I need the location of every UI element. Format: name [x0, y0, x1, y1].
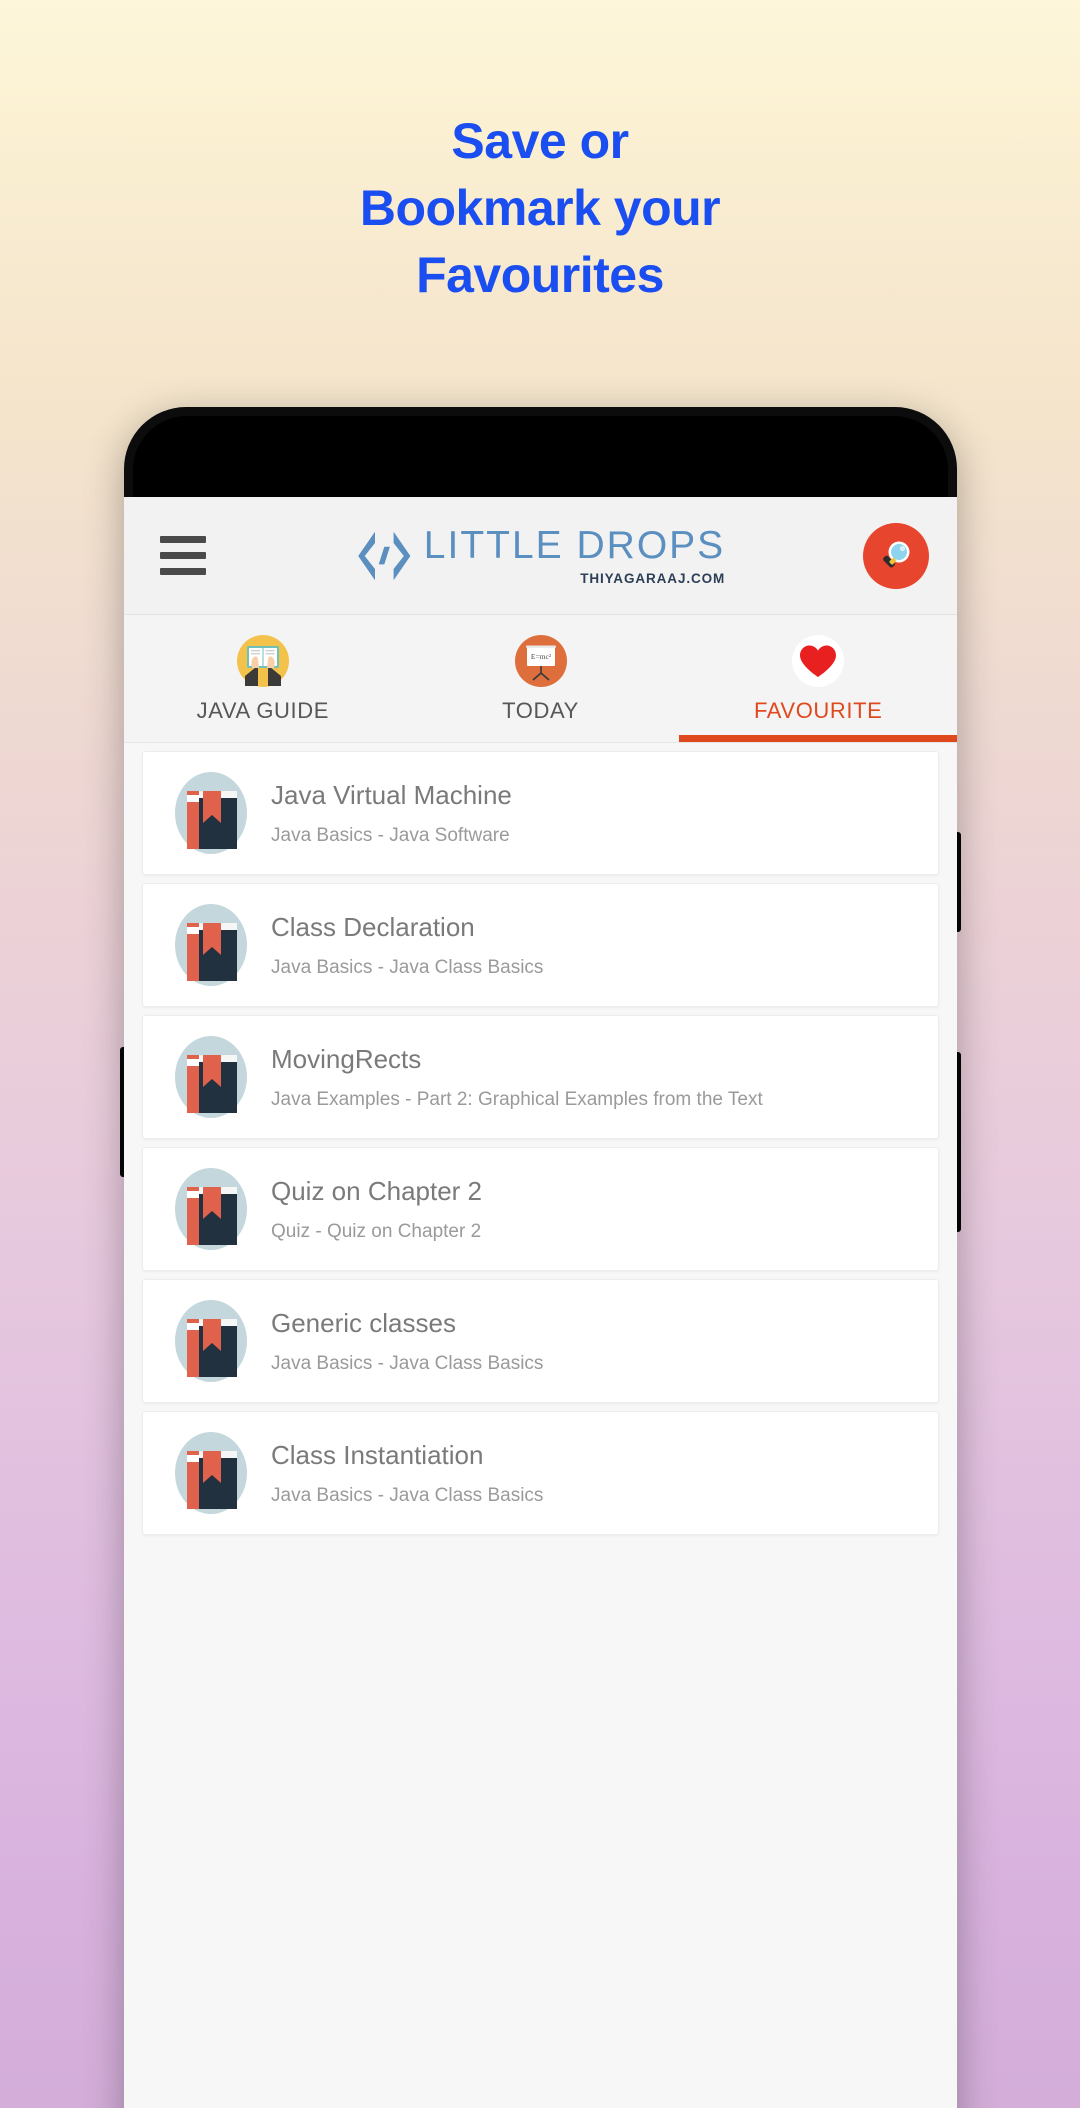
- tab-label: TODAY: [502, 697, 579, 723]
- phone-mockup: LITTLE DROPS THIYAGARAAJ.COM JAVA GUIDE …: [120, 407, 961, 2108]
- list-item-text: Generic classes Java Basics - Java Class…: [271, 1310, 543, 1373]
- list-item-text: Class Declaration Java Basics - Java Cla…: [271, 914, 543, 977]
- list-item[interactable]: Java Virtual Machine Java Basics - Java …: [142, 751, 939, 875]
- code-brackets-icon: [357, 531, 410, 580]
- logo-text: LITTLE DROPS THIYAGARAAJ.COM: [424, 526, 725, 586]
- list-item-subtitle: Java Basics - Java Class Basics: [271, 956, 544, 978]
- tab-favourite[interactable]: FAVOURITE: [679, 615, 957, 742]
- bookmarked-book-icon: [175, 1036, 247, 1118]
- list-item-title: Quiz on Chapter 2: [271, 1175, 483, 1206]
- favourites-list: Java Virtual Machine Java Basics - Java …: [124, 743, 957, 2108]
- list-item-subtitle: Java Examples - Part 2: Graphical Exampl…: [271, 1088, 763, 1110]
- page-title: Save or Bookmark your Favourites: [0, 108, 1080, 309]
- list-item-subtitle: Java Basics - Java Class Basics: [271, 1484, 544, 1506]
- app-logo: LITTLE DROPS THIYAGARAAJ.COM: [356, 526, 725, 586]
- list-item[interactable]: MovingRects Java Examples - Part 2: Grap…: [142, 1015, 939, 1139]
- headline-line-3: Favourites: [416, 247, 664, 303]
- bookmarked-book-icon: [175, 904, 247, 986]
- list-item-subtitle: Java Basics - Java Class Basics: [271, 1352, 544, 1374]
- tab-java-guide[interactable]: JAVA GUIDE: [124, 615, 402, 742]
- svg-text:E=mc²: E=mc²: [530, 652, 551, 661]
- phone-screen: LITTLE DROPS THIYAGARAAJ.COM JAVA GUIDE …: [124, 497, 957, 2108]
- headline-line-1: Save or: [451, 113, 629, 169]
- presentation-board-icon: E=mc²: [514, 634, 567, 687]
- list-item-title: Class Declaration: [271, 911, 475, 942]
- hamburger-menu-icon[interactable]: [160, 536, 206, 575]
- list-item[interactable]: Generic classes Java Basics - Java Class…: [142, 1279, 939, 1403]
- tab-label: JAVA GUIDE: [196, 697, 329, 723]
- heart-icon: [792, 634, 845, 687]
- logo-title: LITTLE DROPS: [423, 523, 726, 567]
- list-item[interactable]: Class Declaration Java Basics - Java Cla…: [142, 883, 939, 1007]
- tab-bar: JAVA GUIDE E=mc² TODAY FAVOURITE: [124, 615, 957, 743]
- list-item[interactable]: Class Instantiation Java Basics - Java C…: [142, 1411, 939, 1535]
- list-item-text: Class Instantiation Java Basics - Java C…: [271, 1442, 543, 1505]
- list-item-text: Java Virtual Machine Java Basics - Java …: [271, 782, 512, 845]
- tab-label: FAVOURITE: [753, 697, 883, 723]
- list-item-title: Generic classes: [271, 1307, 456, 1338]
- promo-poster: Save or Bookmark your Favourites LITTLE …: [0, 0, 1080, 2108]
- bookmarked-book-icon: [175, 772, 247, 854]
- search-button[interactable]: [863, 522, 929, 589]
- list-item-title: MovingRects: [271, 1043, 422, 1074]
- list-item-text: Quiz on Chapter 2 Quiz - Quiz on Chapter…: [271, 1178, 482, 1241]
- open-book-hands-icon: [236, 634, 289, 687]
- app-header: LITTLE DROPS THIYAGARAAJ.COM: [124, 497, 957, 615]
- logo-subtitle: THIYAGARAAJ.COM: [580, 570, 726, 586]
- list-item-title: Java Virtual Machine: [271, 779, 512, 810]
- list-item[interactable]: Quiz on Chapter 2 Quiz - Quiz on Chapter…: [142, 1147, 939, 1271]
- headline-line-2: Bookmark your: [359, 180, 721, 236]
- bookmarked-book-icon: [175, 1168, 247, 1250]
- list-item-subtitle: Java Basics - Java Software: [271, 824, 510, 846]
- bookmarked-book-icon: [175, 1300, 247, 1382]
- list-item-text: MovingRects Java Examples - Part 2: Grap…: [271, 1046, 763, 1109]
- list-item-subtitle: Quiz - Quiz on Chapter 2: [271, 1220, 482, 1242]
- tab-today[interactable]: E=mc² TODAY: [402, 615, 680, 742]
- list-item-title: Class Instantiation: [271, 1439, 484, 1470]
- bookmarked-book-icon: [175, 1432, 247, 1514]
- magnifier-icon: [883, 541, 910, 567]
